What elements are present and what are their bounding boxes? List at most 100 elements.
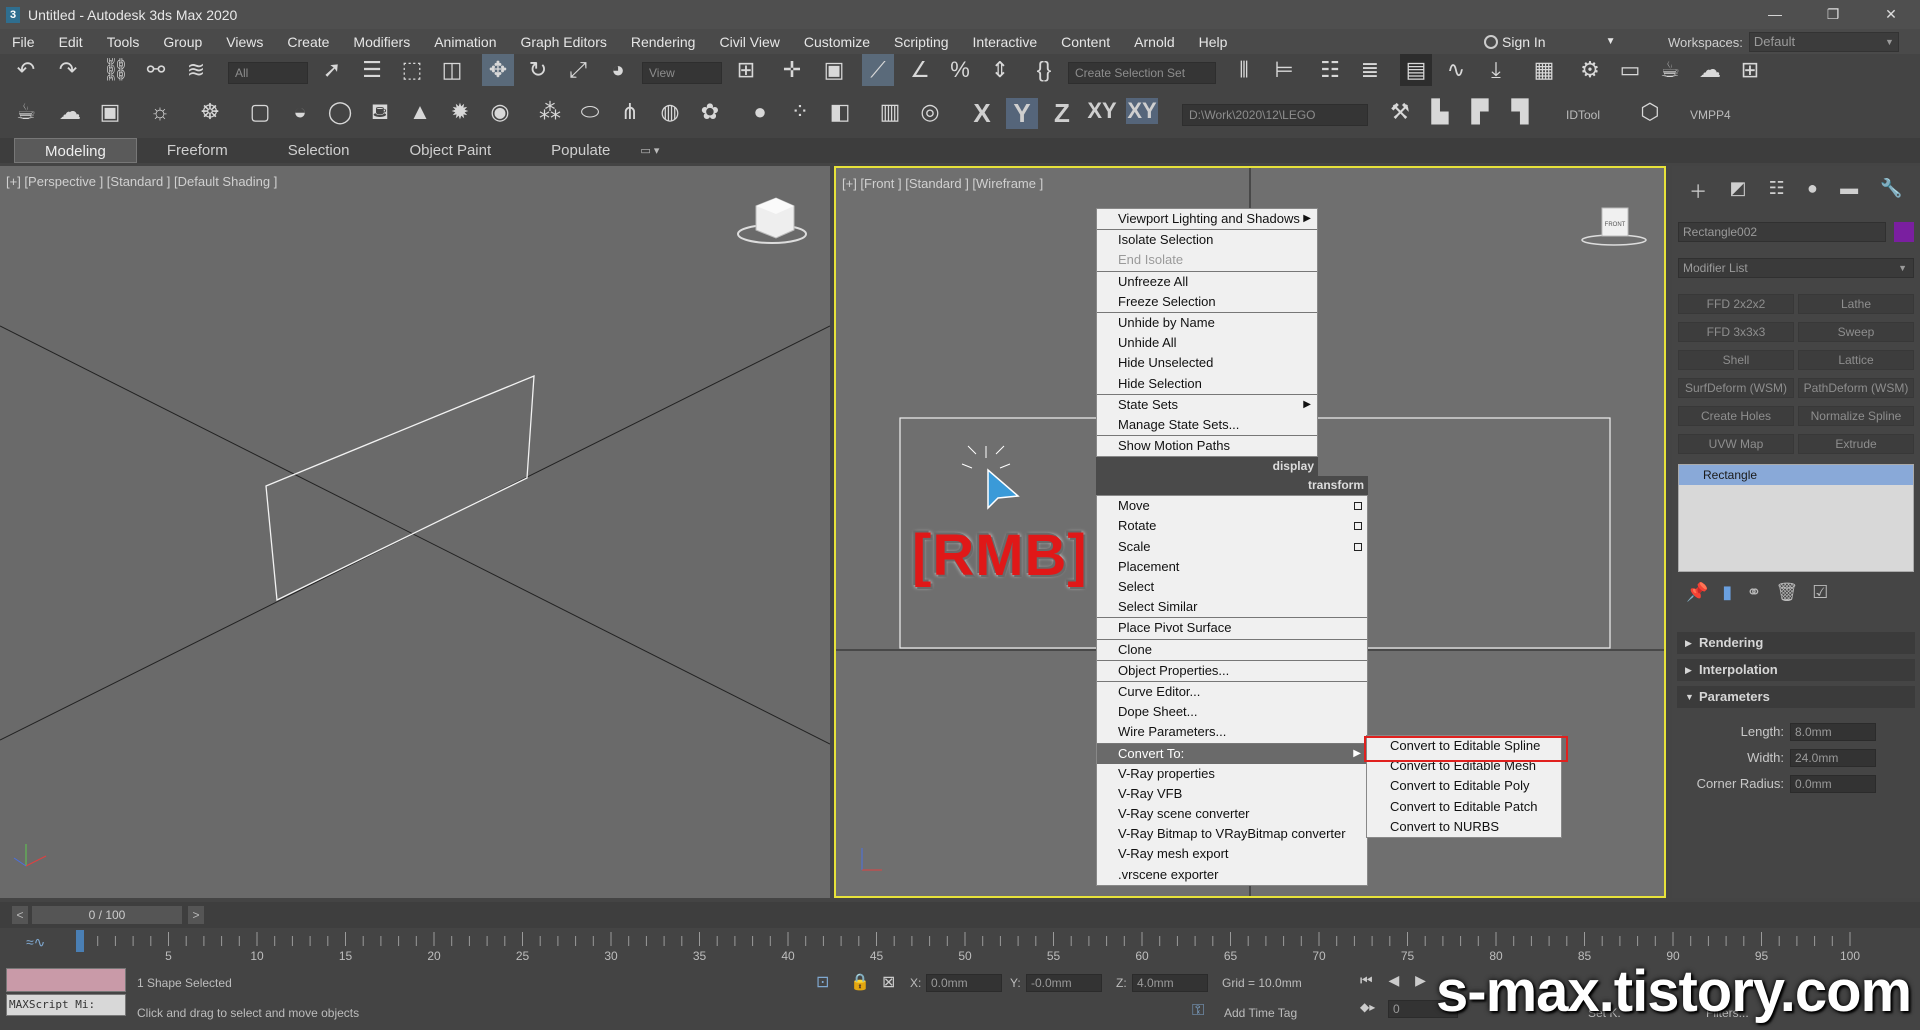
spinner-snap-icon[interactable]: ⇕ bbox=[984, 54, 1016, 86]
menu-item-hide-selection[interactable]: Hide Selection bbox=[1097, 374, 1317, 394]
axis-xy-cycle-button[interactable]: XY bbox=[1126, 98, 1158, 124]
tool-icon[interactable]: ☸ bbox=[194, 96, 226, 128]
render-in-cloud-icon[interactable]: ☁ bbox=[1694, 54, 1726, 86]
rollout-rendering[interactable]: ▶ Rendering bbox=[1677, 632, 1915, 654]
tab-object-paint[interactable]: Object Paint bbox=[379, 138, 521, 163]
globe-icon[interactable]: ◍ bbox=[654, 96, 686, 128]
menu-group[interactable]: Group bbox=[151, 34, 214, 50]
menu-help[interactable]: Help bbox=[1187, 34, 1240, 50]
menu-item-v-ray-properties[interactable]: V-Ray properties bbox=[1097, 764, 1367, 784]
modifier-extrude-button[interactable]: Extrude bbox=[1798, 434, 1914, 454]
edit-named-selection-icon[interactable]: {} bbox=[1028, 54, 1060, 86]
menu-item-v-ray-scene-converter[interactable]: V-Ray scene converter bbox=[1097, 804, 1367, 824]
menu-item-rotate[interactable]: Rotate bbox=[1097, 516, 1367, 536]
vfb-icon[interactable]: ◧ bbox=[824, 96, 856, 128]
rendered-frame-window-icon[interactable]: ▭ bbox=[1614, 54, 1646, 86]
sun-icon[interactable]: ✹ bbox=[444, 96, 476, 128]
time-slider-thumb[interactable]: 0 / 100 bbox=[32, 906, 182, 924]
link-icon[interactable]: ⛓ bbox=[100, 54, 132, 86]
hemisphere-icon[interactable]: ◒ bbox=[284, 96, 316, 128]
settings-disc-icon[interactable]: ◎ bbox=[914, 96, 946, 128]
modify-tab-icon[interactable]: ◩ bbox=[1729, 178, 1746, 204]
width-spinner[interactable]: 24.0mm bbox=[1790, 749, 1876, 767]
reference-coordinate-system[interactable]: View bbox=[642, 62, 722, 84]
fur-icon[interactable]: ⋔ bbox=[614, 96, 646, 128]
sphere-icon[interactable]: ● bbox=[744, 96, 776, 128]
project-folder-icon[interactable]: ⚒ bbox=[1384, 96, 1416, 128]
workspaces-select[interactable]: Default ▼ bbox=[1748, 32, 1899, 52]
schematic-view-icon[interactable]: ⤓ bbox=[1480, 54, 1512, 86]
menu-item-isolate-selection[interactable]: Isolate Selection bbox=[1097, 230, 1317, 250]
plant-icon[interactable]: ✿ bbox=[694, 96, 726, 128]
select-and-move-icon[interactable]: ✥ bbox=[482, 54, 514, 86]
torus-icon[interactable]: ◯ bbox=[324, 96, 356, 128]
menu-item-v-ray-vfb[interactable]: V-Ray VFB bbox=[1097, 784, 1367, 804]
menu-item-viewport-lighting-and-shadows[interactable]: Viewport Lighting and Shadows ▶ bbox=[1097, 209, 1317, 229]
modifier-pathdeform-button[interactable]: PathDeform (WSM) bbox=[1798, 378, 1914, 398]
maxscript-mini-listener[interactable]: MAXScript Mi: bbox=[6, 994, 126, 1016]
y-coordinate-field[interactable]: -0.0mm bbox=[1026, 974, 1102, 992]
modifier-lathe-button[interactable]: Lathe bbox=[1798, 294, 1914, 314]
menu-item-unhide-by-name[interactable]: Unhide by Name bbox=[1097, 313, 1317, 333]
window-crossing-icon[interactable]: ◫ bbox=[436, 54, 468, 86]
select-and-scale-icon[interactable]: ⤢ bbox=[562, 54, 594, 86]
a360-gallery-icon[interactable]: ⊞ bbox=[1734, 54, 1766, 86]
angle-snap-icon[interactable]: ∠ bbox=[904, 54, 936, 86]
menu-item-vrscene-exporter[interactable]: .vrscene exporter bbox=[1097, 865, 1367, 885]
curve-editor-icon[interactable]: ∿ bbox=[1440, 54, 1472, 86]
project-path-select[interactable]: D:\Work\2020\12\LEGO bbox=[1182, 104, 1368, 126]
keyboard-shortcut-override-icon[interactable]: ▣ bbox=[818, 54, 850, 86]
modifier-create-holes-button[interactable]: Create Holes bbox=[1678, 406, 1794, 426]
menu-views[interactable]: Views bbox=[214, 34, 275, 50]
teapot-icon[interactable]: ☕ bbox=[10, 96, 42, 128]
time-slider-prev-button[interactable]: < bbox=[12, 906, 28, 924]
idtool-label[interactable]: IDTool bbox=[1566, 108, 1600, 122]
axis-xy-button[interactable]: XY bbox=[1086, 98, 1118, 124]
cone-icon[interactable]: ▲ bbox=[404, 96, 436, 128]
minimize-button[interactable]: — bbox=[1746, 0, 1804, 29]
menu-item-place-pivot-surface[interactable]: Place Pivot Surface bbox=[1097, 618, 1367, 638]
rectangular-selection-icon[interactable]: ⬚ bbox=[396, 54, 428, 86]
render-production-icon[interactable]: ☕ bbox=[1654, 54, 1686, 86]
select-and-rotate-icon[interactable]: ↻ bbox=[522, 54, 554, 86]
add-time-tag-label[interactable]: Add Time Tag bbox=[1224, 1006, 1297, 1020]
modifier-ffd2-button[interactable]: FFD 2x2x2 bbox=[1678, 294, 1794, 314]
snaps-toggle-icon[interactable]: ⟋ bbox=[862, 54, 894, 86]
bind-space-warp-icon[interactable]: ≋ bbox=[180, 54, 212, 86]
menu-item-dope-sheet[interactable]: Dope Sheet... bbox=[1097, 702, 1367, 722]
submenu-item-convert-editable-poly[interactable]: Convert to Editable Poly bbox=[1367, 776, 1561, 796]
environment-icon[interactable]: ☁ bbox=[54, 96, 86, 128]
menu-item-hide-unselected[interactable]: Hide Unselected bbox=[1097, 353, 1317, 373]
display-tab-icon[interactable]: ▬ bbox=[1840, 178, 1858, 204]
perspective-viewport[interactable]: [+] [Perspective ] [Standard ] [Default … bbox=[0, 166, 830, 898]
modifier-list-select[interactable]: Modifier List ▼ bbox=[1678, 258, 1914, 278]
ribbon-options-icon[interactable]: ▭ ▾ bbox=[640, 144, 659, 157]
menu-item-show-motion-paths[interactable]: Show Motion Paths bbox=[1097, 436, 1317, 456]
stack-item-rectangle[interactable]: Rectangle bbox=[1679, 465, 1913, 485]
x-coordinate-field[interactable]: 0.0mm bbox=[926, 974, 1002, 992]
menu-item-state-sets[interactable]: State Sets ▶ bbox=[1097, 395, 1317, 415]
material-editor-icon[interactable]: ▦ bbox=[1528, 54, 1560, 86]
key-mode-icon[interactable]: ◆▸ bbox=[1360, 1000, 1375, 1014]
modifier-sweep-button[interactable]: Sweep bbox=[1798, 322, 1914, 342]
menu-item-convert-to[interactable]: Convert To: ▶ bbox=[1097, 743, 1367, 764]
absolute-transform-icon[interactable]: ⊠ bbox=[882, 972, 895, 992]
named-selection-sets[interactable]: Create Selection Set bbox=[1068, 62, 1216, 84]
submenu-item-convert-editable-patch[interactable]: Convert to Editable Patch bbox=[1367, 797, 1561, 817]
redo-icon[interactable]: ↷ bbox=[52, 54, 84, 86]
axis-z-button[interactable]: Z bbox=[1046, 98, 1078, 129]
menu-edit[interactable]: Edit bbox=[47, 34, 95, 50]
menu-item-unhide-all[interactable]: Unhide All bbox=[1097, 333, 1317, 353]
rectangle-shape[interactable] bbox=[265, 375, 535, 601]
menu-rendering[interactable]: Rendering bbox=[619, 34, 708, 50]
select-manipulate-icon[interactable]: ✛ bbox=[776, 54, 808, 86]
length-spinner[interactable]: 8.0mm bbox=[1790, 723, 1876, 741]
menu-file[interactable]: File bbox=[0, 34, 47, 50]
playback-controls-icon[interactable]: ⏮ ◀ ▶ bbox=[1360, 972, 1432, 989]
menu-animation[interactable]: Animation bbox=[422, 34, 508, 50]
lock-selection-icon[interactable]: 🔒 bbox=[850, 972, 870, 992]
render-frame-icon[interactable]: ▣ bbox=[94, 96, 126, 128]
make-unique-icon[interactable]: ⚭ bbox=[1746, 582, 1761, 606]
settings-box-icon[interactable] bbox=[1354, 542, 1362, 551]
menu-item-v-ray-bitmap-to-vraybitmap-converter[interactable]: V-Ray Bitmap to VRayBitmap converter bbox=[1097, 824, 1367, 844]
